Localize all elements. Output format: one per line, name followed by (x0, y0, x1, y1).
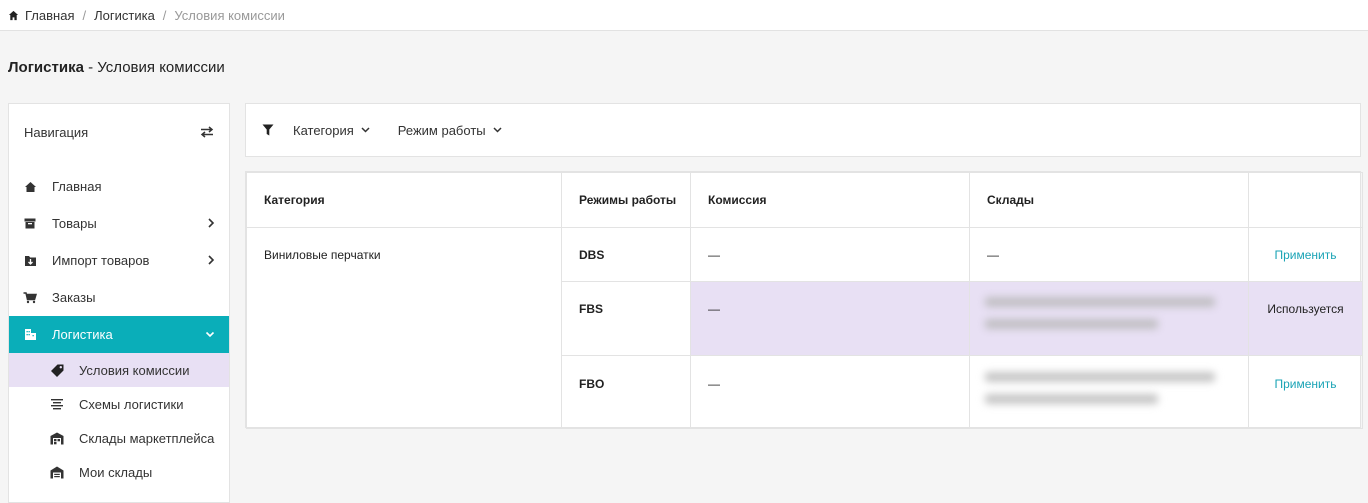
breadcrumb-separator: / (162, 7, 167, 23)
in-use-status: Используется (1267, 302, 1344, 316)
mode-cell: FBO (561, 355, 691, 429)
column-header-commission: Комиссия (690, 172, 970, 228)
sidebar-header: Навигация (9, 104, 229, 160)
redacted-warehouse-list (985, 372, 1215, 404)
sidebar-item-label: Логистика (52, 327, 113, 342)
import-icon (23, 254, 37, 268)
commission-cell: — (690, 355, 970, 429)
sidebar-subitem-marketplace-warehouses[interactable]: Склады маркетплейса (9, 421, 229, 455)
action-cell: Применить (1248, 227, 1363, 282)
column-header-action (1248, 172, 1363, 228)
breadcrumb-home-link[interactable]: Главная (25, 8, 74, 23)
sidebar-subitem-my-warehouses[interactable]: Мои склады (9, 455, 229, 489)
action-cell: Применить (1248, 355, 1363, 429)
page-title-subtitle: Условия комиссии (97, 59, 225, 76)
cart-icon (23, 291, 37, 305)
sidebar: Навигация Главная Товары Импорт товаров … (8, 103, 230, 503)
warehouses-cell (969, 355, 1249, 429)
tag-icon (50, 363, 64, 377)
page-title-section: Логистика (8, 59, 84, 76)
category-cell: Виниловые перчатки (246, 227, 562, 429)
buildings-icon (23, 328, 37, 342)
redacted-warehouse-list (985, 297, 1215, 329)
breadcrumb: Главная / Логистика / Условия комиссии (0, 0, 1368, 31)
home-icon (23, 180, 37, 194)
breadcrumb-logistics-link[interactable]: Логистика (94, 8, 155, 23)
commission-table: Категория Режимы работы Комиссия Склады … (245, 171, 1363, 429)
sidebar-item-logistics[interactable]: Логистика (9, 316, 229, 353)
sidebar-item-label: Импорт товаров (52, 253, 150, 268)
commission-cell: — (690, 227, 970, 282)
table-row: Виниловые перчатки DBS — — Применить (246, 227, 1363, 429)
commission-cell: — (690, 281, 970, 356)
mode-cell: FBS (561, 281, 691, 356)
filter-icon (262, 124, 274, 136)
column-header-warehouses: Склады (969, 172, 1249, 228)
list-icon (50, 397, 64, 411)
filter-bar: Категория Режим работы (245, 103, 1361, 157)
sidebar-subitem-label: Мои склады (79, 464, 153, 480)
sidebar-title: Навигация (24, 124, 89, 140)
sidebar-subitem-logistics-schemes[interactable]: Схемы логистики (9, 387, 229, 421)
sidebar-item-home[interactable]: Главная (9, 168, 229, 205)
apply-link[interactable]: Применить (1274, 248, 1336, 262)
action-cell: Используется (1248, 281, 1363, 356)
chevron-down-icon (493, 127, 502, 133)
page-title: Логистика - Условия комиссии (8, 59, 225, 76)
sidebar-item-label: Главная (52, 179, 102, 194)
chevron-right-icon (208, 218, 215, 228)
breadcrumb-current: Условия комиссии (174, 7, 285, 23)
sidebar-item-import[interactable]: Импорт товаров (9, 242, 229, 279)
mode-filter-label: Режим работы (397, 122, 486, 138)
sidebar-subitem-label: Схемы логистики (79, 396, 184, 412)
warehouses-cell: — (969, 227, 1249, 282)
sidebar-subitem-label: Склады маркетплейса (79, 430, 215, 446)
sidebar-item-orders[interactable]: Заказы (9, 279, 229, 316)
mode-filter-dropdown[interactable]: Режим работы (398, 123, 502, 138)
column-header-category: Категория (246, 172, 562, 228)
store-icon (50, 465, 64, 479)
chevron-down-icon (361, 127, 370, 133)
mode-cell: DBS (561, 227, 691, 282)
warehouses-cell (969, 281, 1249, 356)
chevron-right-icon (208, 255, 215, 265)
sidebar-subitem-label: Условия комиссии (79, 362, 190, 378)
swap-icon[interactable] (200, 126, 214, 138)
sidebar-subitem-commission[interactable]: Условия комиссии (9, 353, 229, 387)
home-icon (8, 10, 19, 20)
table-header-row: Категория Режимы работы Комиссия Склады (246, 172, 1363, 228)
box-icon (23, 217, 37, 231)
page-title-dash: - (83, 59, 98, 76)
sidebar-item-label: Товары (52, 216, 97, 231)
breadcrumb-separator: / (82, 7, 87, 23)
sidebar-item-products[interactable]: Товары (9, 205, 229, 242)
category-filter-label: Категория (293, 122, 354, 138)
category-filter-dropdown[interactable]: Категория (293, 123, 370, 138)
column-header-modes: Режимы работы (561, 172, 691, 228)
sidebar-item-label: Заказы (52, 290, 96, 305)
chevron-down-icon (205, 331, 215, 338)
warehouse-icon (50, 431, 64, 445)
apply-link[interactable]: Применить (1274, 377, 1336, 391)
